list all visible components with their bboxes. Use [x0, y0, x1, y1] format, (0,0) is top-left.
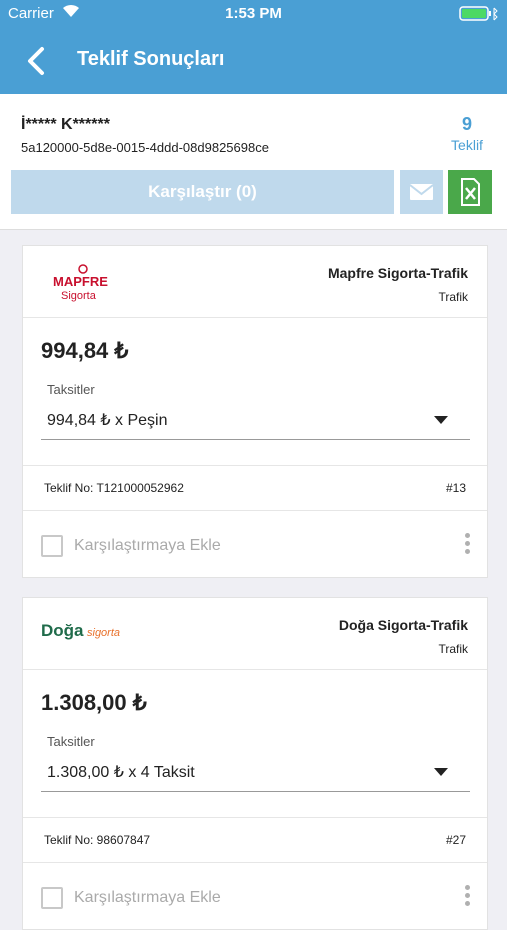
chevron-down-icon — [434, 416, 448, 424]
back-button[interactable] — [22, 44, 52, 78]
offer-number-row: Teklif No: T121000052962 #13 — [23, 466, 487, 511]
offer-rank: #27 — [445, 833, 466, 847]
offer-number-row: Teklif No: 98607847 #27 — [23, 818, 487, 863]
page-title: Teklif Sonuçları — [77, 48, 225, 70]
add-to-compare-label[interactable]: Karşılaştırmaya Ekle — [74, 889, 221, 907]
offer-count[interactable]: 9 Teklif — [447, 114, 487, 153]
offer-price: 994,84 ₺ — [41, 338, 129, 363]
installments-select[interactable]: 1.308,00 ₺ x 4 Taksit — [41, 754, 470, 792]
svg-text:Sigorta: Sigorta — [61, 290, 97, 302]
chevron-down-icon — [434, 768, 448, 776]
mapfre-logo: MAPFRE Sigorta — [40, 262, 120, 307]
user-name: İ***** K****** — [21, 116, 110, 133]
offer-count-number: 9 — [461, 114, 472, 134]
product-type: Trafik — [438, 642, 468, 656]
svg-text:sigorta: sigorta — [87, 627, 120, 639]
svg-text:MAPFRE: MAPFRE — [53, 274, 108, 289]
more-dot — [464, 541, 470, 546]
more-dot — [464, 533, 470, 538]
offer-card-header: Doğa sigorta Doğa Sigorta-Trafik Trafik — [23, 598, 487, 670]
excel-export-button[interactable] — [448, 170, 492, 214]
battery-icon — [459, 6, 499, 26]
svg-text:Doğa: Doğa — [41, 621, 84, 640]
offer-number: Teklif No: 98607847 — [44, 833, 151, 847]
more-options-button[interactable] — [461, 533, 473, 559]
add-to-compare-row: Karşılaştırmaya Ekle — [23, 511, 487, 577]
offer-card-header: MAPFRE Sigorta Mapfre Sigorta-Trafik Tra… — [23, 246, 487, 318]
company-name: Doğa Sigorta-Trafik — [338, 617, 468, 633]
quote-id: 5a120000-5d8e-0015-4ddd-08d9825698ce — [21, 140, 269, 155]
more-dot — [464, 549, 470, 554]
add-to-compare-checkbox[interactable] — [41, 887, 63, 909]
offer-card: MAPFRE Sigorta Mapfre Sigorta-Trafik Tra… — [22, 245, 488, 578]
installment-value: 994,84 ₺ x Peşin — [47, 412, 168, 429]
chevron-left-icon — [28, 47, 44, 75]
add-to-compare-label[interactable]: Karşılaştırmaya Ekle — [74, 537, 221, 555]
compare-button[interactable]: Karşılaştır (0) — [11, 170, 394, 214]
quote-header: İ***** K****** 5a120000-5d8e-0015-4ddd-0… — [0, 94, 507, 230]
offer-number: Teklif No: T121000052962 — [44, 481, 184, 495]
company-name: Mapfre Sigorta-Trafik — [327, 265, 468, 281]
installments-label: Taksitler — [47, 734, 95, 749]
installment-value: 1.308,00 ₺ x 4 Taksit — [47, 764, 195, 781]
more-options-button[interactable] — [461, 885, 473, 911]
price-section: 1.308,00 ₺ Taksitler 1.308,00 ₺ x 4 Taks… — [23, 670, 487, 818]
product-type: Trafik — [438, 290, 468, 304]
offer-card: Doğa sigorta Doğa Sigorta-Trafik Trafik … — [22, 597, 488, 930]
email-button[interactable] — [400, 170, 443, 214]
offer-price: 1.308,00 ₺ — [41, 690, 147, 715]
top-bar: Carrier 1:53 PM Teklif Sonuçları — [0, 0, 507, 94]
more-dot — [464, 885, 470, 890]
installments-label: Taksitler — [47, 382, 95, 397]
mail-icon — [409, 184, 434, 200]
add-to-compare-row: Karşılaştırmaya Ekle — [23, 863, 487, 929]
doga-logo: Doğa sigorta — [40, 614, 130, 655]
clock: 1:53 PM — [225, 5, 282, 22]
add-to-compare-checkbox[interactable] — [41, 535, 63, 557]
offer-count-label: Teklif — [451, 137, 483, 153]
excel-icon — [461, 178, 480, 206]
more-dot — [464, 893, 470, 898]
nav-bar: Teklif Sonuçları — [0, 28, 507, 94]
price-section: 994,84 ₺ Taksitler 994,84 ₺ x Peşin — [23, 318, 487, 466]
installments-select[interactable]: 994,84 ₺ x Peşin — [41, 402, 470, 440]
status-bar: Carrier 1:53 PM — [0, 0, 507, 28]
more-dot — [464, 901, 470, 906]
offer-rank: #13 — [445, 481, 466, 495]
